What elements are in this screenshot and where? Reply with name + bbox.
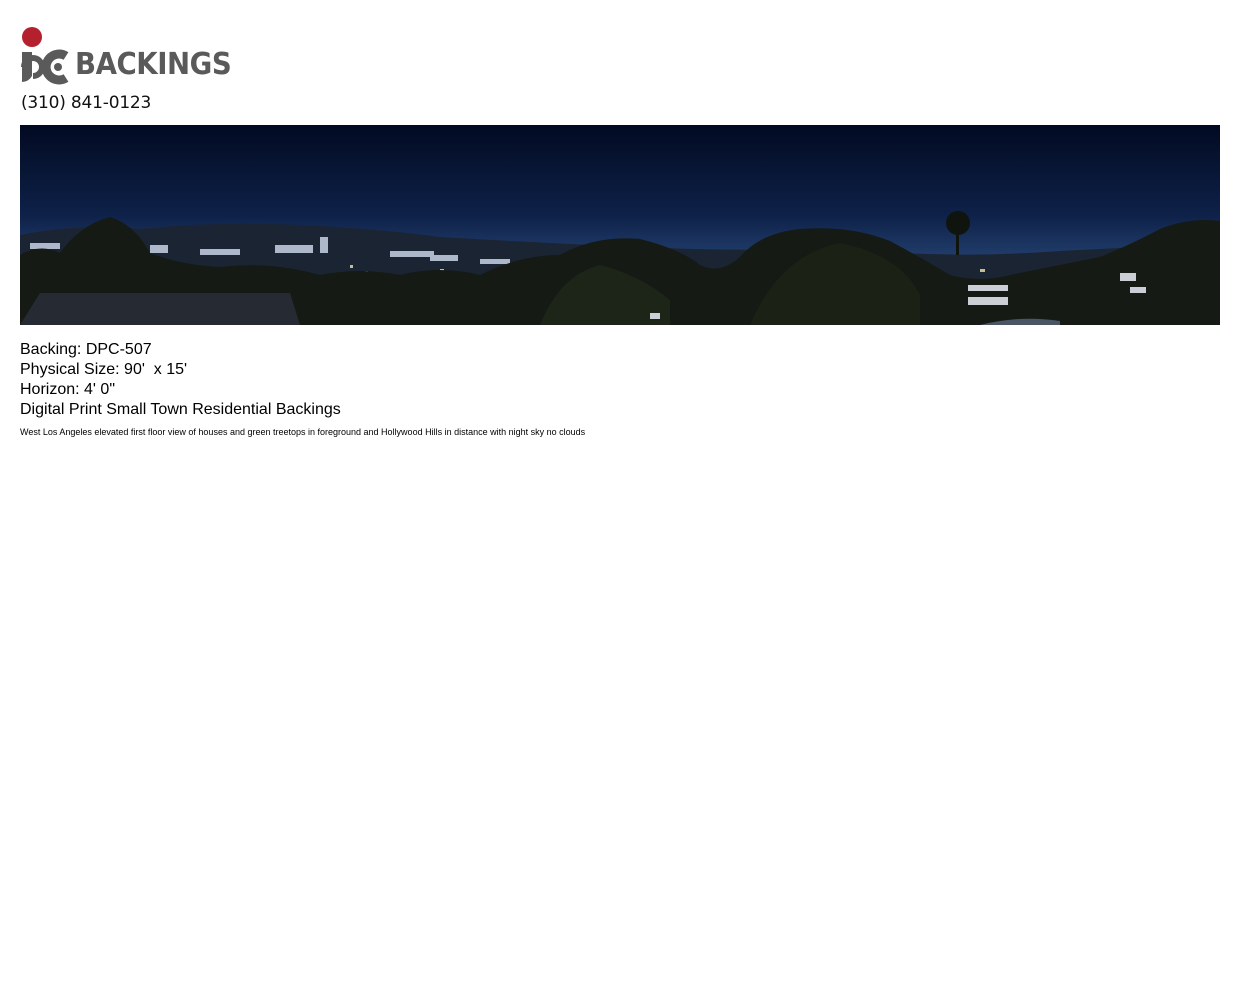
backing-description: West Los Angeles elevated first floor vi… — [20, 427, 586, 437]
night-skyline-image — [20, 125, 1220, 325]
jc-logo-mark-icon — [21, 27, 69, 85]
backing-id: Backing: DPC-507 — [20, 341, 152, 358]
phone-number[interactable]: (310) 841-0123 — [21, 93, 151, 113]
backing-details: Backing: DPC-507 Physical Size: 90' x 15… — [20, 340, 341, 420]
physical-size: Physical Size: 90' x 15' — [20, 361, 188, 378]
backing-preview-image[interactable] — [20, 125, 1220, 325]
category: Digital Print Small Town Residential Bac… — [20, 401, 341, 418]
horizon: Horizon: 4' 0" — [20, 381, 115, 398]
logo-wordmark: BACKINGS — [75, 47, 232, 82]
company-logo[interactable]: BACKINGS — [20, 26, 232, 86]
